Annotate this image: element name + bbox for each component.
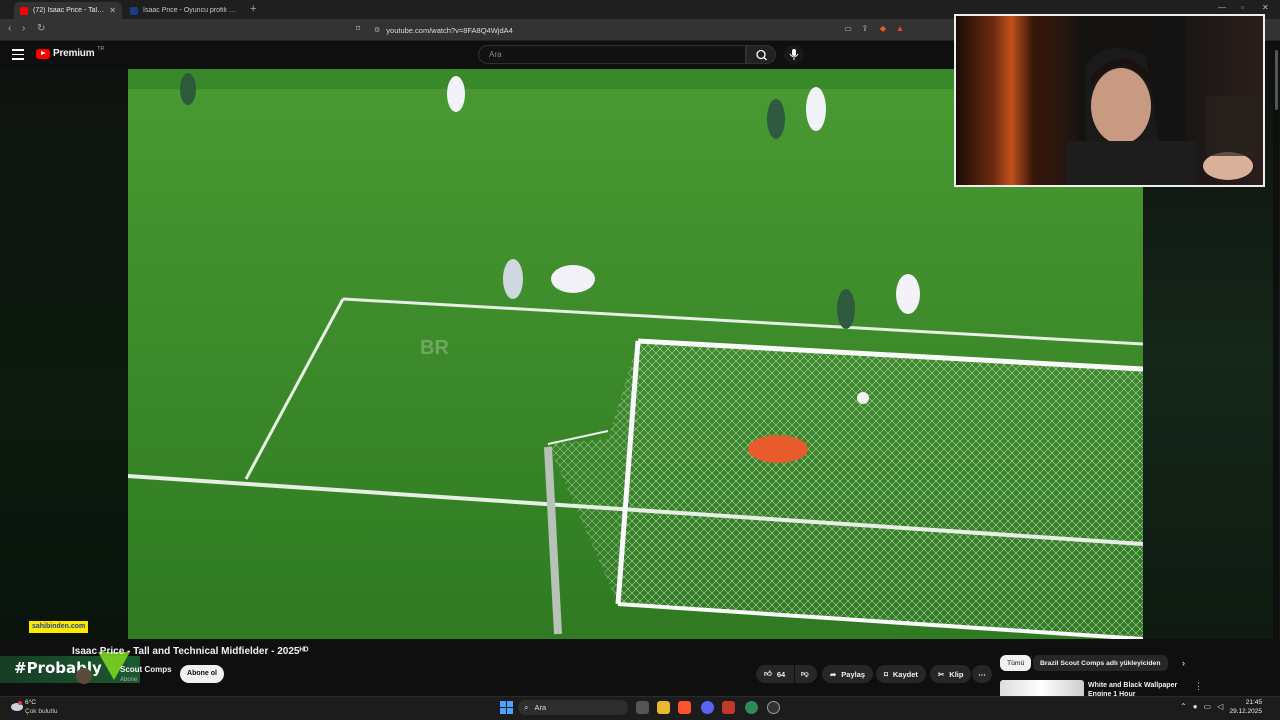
brave-shield-icon[interactable]: ◆ — [878, 24, 888, 34]
file-explorer-icon[interactable] — [657, 701, 670, 714]
ambient-left — [0, 69, 128, 639]
close-window-icon[interactable]: ✕ — [1262, 3, 1269, 12]
address-bar[interactable]: ⚙ youtube.com/watch?v=8FA8Q4WjdA4 — [370, 22, 910, 38]
thumbs-down-icon: 👎︎ — [801, 669, 809, 678]
calendar-app-icon[interactable] — [722, 701, 735, 714]
site-info-icon[interactable]: ⚙ — [374, 26, 380, 34]
share-button[interactable]: ➦ Paylaş — [822, 665, 874, 683]
bookmark-icon[interactable]: ⌑ — [353, 24, 363, 34]
scrollbar-thumb[interactable] — [1275, 50, 1278, 110]
forward-icon[interactable]: › — [22, 23, 25, 34]
more-vertical-icon[interactable]: ⋮ — [1194, 681, 1203, 692]
streamer-camera — [1066, 16, 1256, 185]
logo-region: TR — [97, 45, 105, 52]
sponsor-badge: sahibinden.com — [29, 621, 89, 633]
clock-time[interactable]: 21:45 — [1228, 699, 1262, 706]
weather-temperature[interactable]: 6°C — [25, 699, 36, 706]
svg-text:BR: BR — [420, 337, 449, 359]
search-input[interactable]: Ara — [478, 45, 746, 64]
reload-icon[interactable]: ↻ — [37, 23, 45, 34]
discord-icon[interactable] — [701, 701, 714, 714]
clip-button[interactable]: ✂ Klip — [930, 665, 972, 683]
taskbar-search-label: Ara — [534, 703, 547, 712]
search-button[interactable] — [746, 45, 776, 64]
subscribe-button[interactable]: Abone ol — [180, 665, 224, 683]
cast-icon[interactable]: ▭ — [843, 24, 853, 34]
taskbar-search[interactable]: ⌕ Ara — [518, 700, 628, 715]
tab-transfermarkt[interactable]: Isaac Price - Oyuncu profili 25/26 | Tr — [124, 2, 244, 19]
clock-date[interactable]: 29.12.2025 — [1228, 708, 1262, 715]
game-launcher-icon[interactable] — [767, 701, 780, 714]
brave-rewards-icon[interactable]: ▲ — [895, 24, 905, 34]
channel-name[interactable]: Scout Comps — [120, 665, 172, 674]
channel-avatar[interactable] — [76, 668, 92, 684]
tab-label: (72) Isaac Price - Tall and Technic — [33, 7, 105, 14]
more-actions-button[interactable]: ⋯ — [972, 665, 992, 683]
new-tab-icon[interactable]: + — [250, 3, 256, 15]
scissors-icon: ✂ — [938, 669, 945, 679]
windows-start-icon[interactable] — [500, 701, 513, 714]
page-scrollbar[interactable] — [1273, 41, 1279, 696]
mic-tray-icon[interactable]: ● — [1193, 702, 1198, 711]
volume-icon[interactable]: ◁ — [1217, 702, 1223, 711]
system-tray: ⌃ ● ▭ ◁ — [1180, 702, 1223, 711]
recommendation-thumbnail[interactable] — [1000, 680, 1084, 696]
bookmark-save-icon: ⌑ — [884, 669, 888, 679]
url-text: youtube.com/watch?v=8FA8Q4WjdA4 — [386, 25, 513, 35]
recommendation-title[interactable]: White and Black Wallpaper Engine 1 Hour — [1088, 681, 1188, 697]
chip-all[interactable]: Tümü — [1000, 655, 1032, 671]
share-page-icon[interactable]: ⇪ — [860, 24, 870, 34]
network-icon[interactable]: ▭ — [1204, 702, 1212, 711]
youtube-play-icon — [36, 48, 50, 59]
search-icon — [756, 49, 767, 61]
task-view-icon[interactable] — [636, 701, 649, 714]
video-title: Isaac Price - Tall and Technical Midfiel… — [72, 646, 309, 657]
subscriber-count: Abone — [120, 677, 138, 683]
microphone-icon — [789, 49, 799, 60]
chevron-up-icon[interactable]: ⌃ — [1180, 702, 1187, 711]
youtube-favicon-icon — [20, 6, 28, 15]
close-tab-icon[interactable]: ✕ — [109, 6, 116, 15]
webcam-overlay — [954, 14, 1265, 187]
share-label: Paylaş — [841, 669, 866, 679]
thumbs-up-icon: 👍︎ — [764, 669, 772, 678]
more-horizontal-icon: ⋯ — [978, 669, 986, 679]
back-icon[interactable]: ‹ — [8, 23, 11, 34]
hamburger-menu-icon[interactable] — [12, 49, 24, 60]
youtube-logo[interactable]: Premium TR — [36, 45, 105, 59]
tab-label: Isaac Price - Oyuncu profili 25/26 | Tr — [143, 7, 238, 14]
chevron-right-icon[interactable]: › — [1182, 658, 1185, 668]
logo-text: Premium — [53, 48, 95, 59]
voice-search-button[interactable] — [784, 45, 804, 64]
maximize-icon[interactable]: ▫ — [1241, 3, 1244, 12]
clip-label: Klip — [949, 669, 964, 679]
save-label: Kaydet — [892, 669, 918, 679]
dislike-button[interactable]: 👎︎ — [795, 665, 817, 683]
save-button[interactable]: ⌑ Kaydet — [876, 665, 926, 683]
share-icon: ➦ — [830, 669, 837, 679]
cloud-icon — [11, 701, 23, 711]
weather-description[interactable]: Çok bulutlu — [25, 708, 58, 715]
like-count: 64 — [776, 669, 786, 679]
search-icon: ⌕ — [524, 702, 529, 712]
chip-from-uploader[interactable]: Brazil Scout Comps adlı yükleyiciden — [1033, 655, 1168, 671]
brave-browser-icon[interactable] — [678, 701, 691, 714]
tab-youtube[interactable]: (72) Isaac Price - Tall and Technic ✕ — [14, 2, 122, 19]
site-favicon-icon — [130, 6, 138, 15]
minimize-icon[interactable]: — — [1218, 3, 1226, 12]
steam-icon[interactable] — [745, 701, 758, 714]
like-button[interactable]: 👍︎ 64 — [756, 665, 794, 683]
